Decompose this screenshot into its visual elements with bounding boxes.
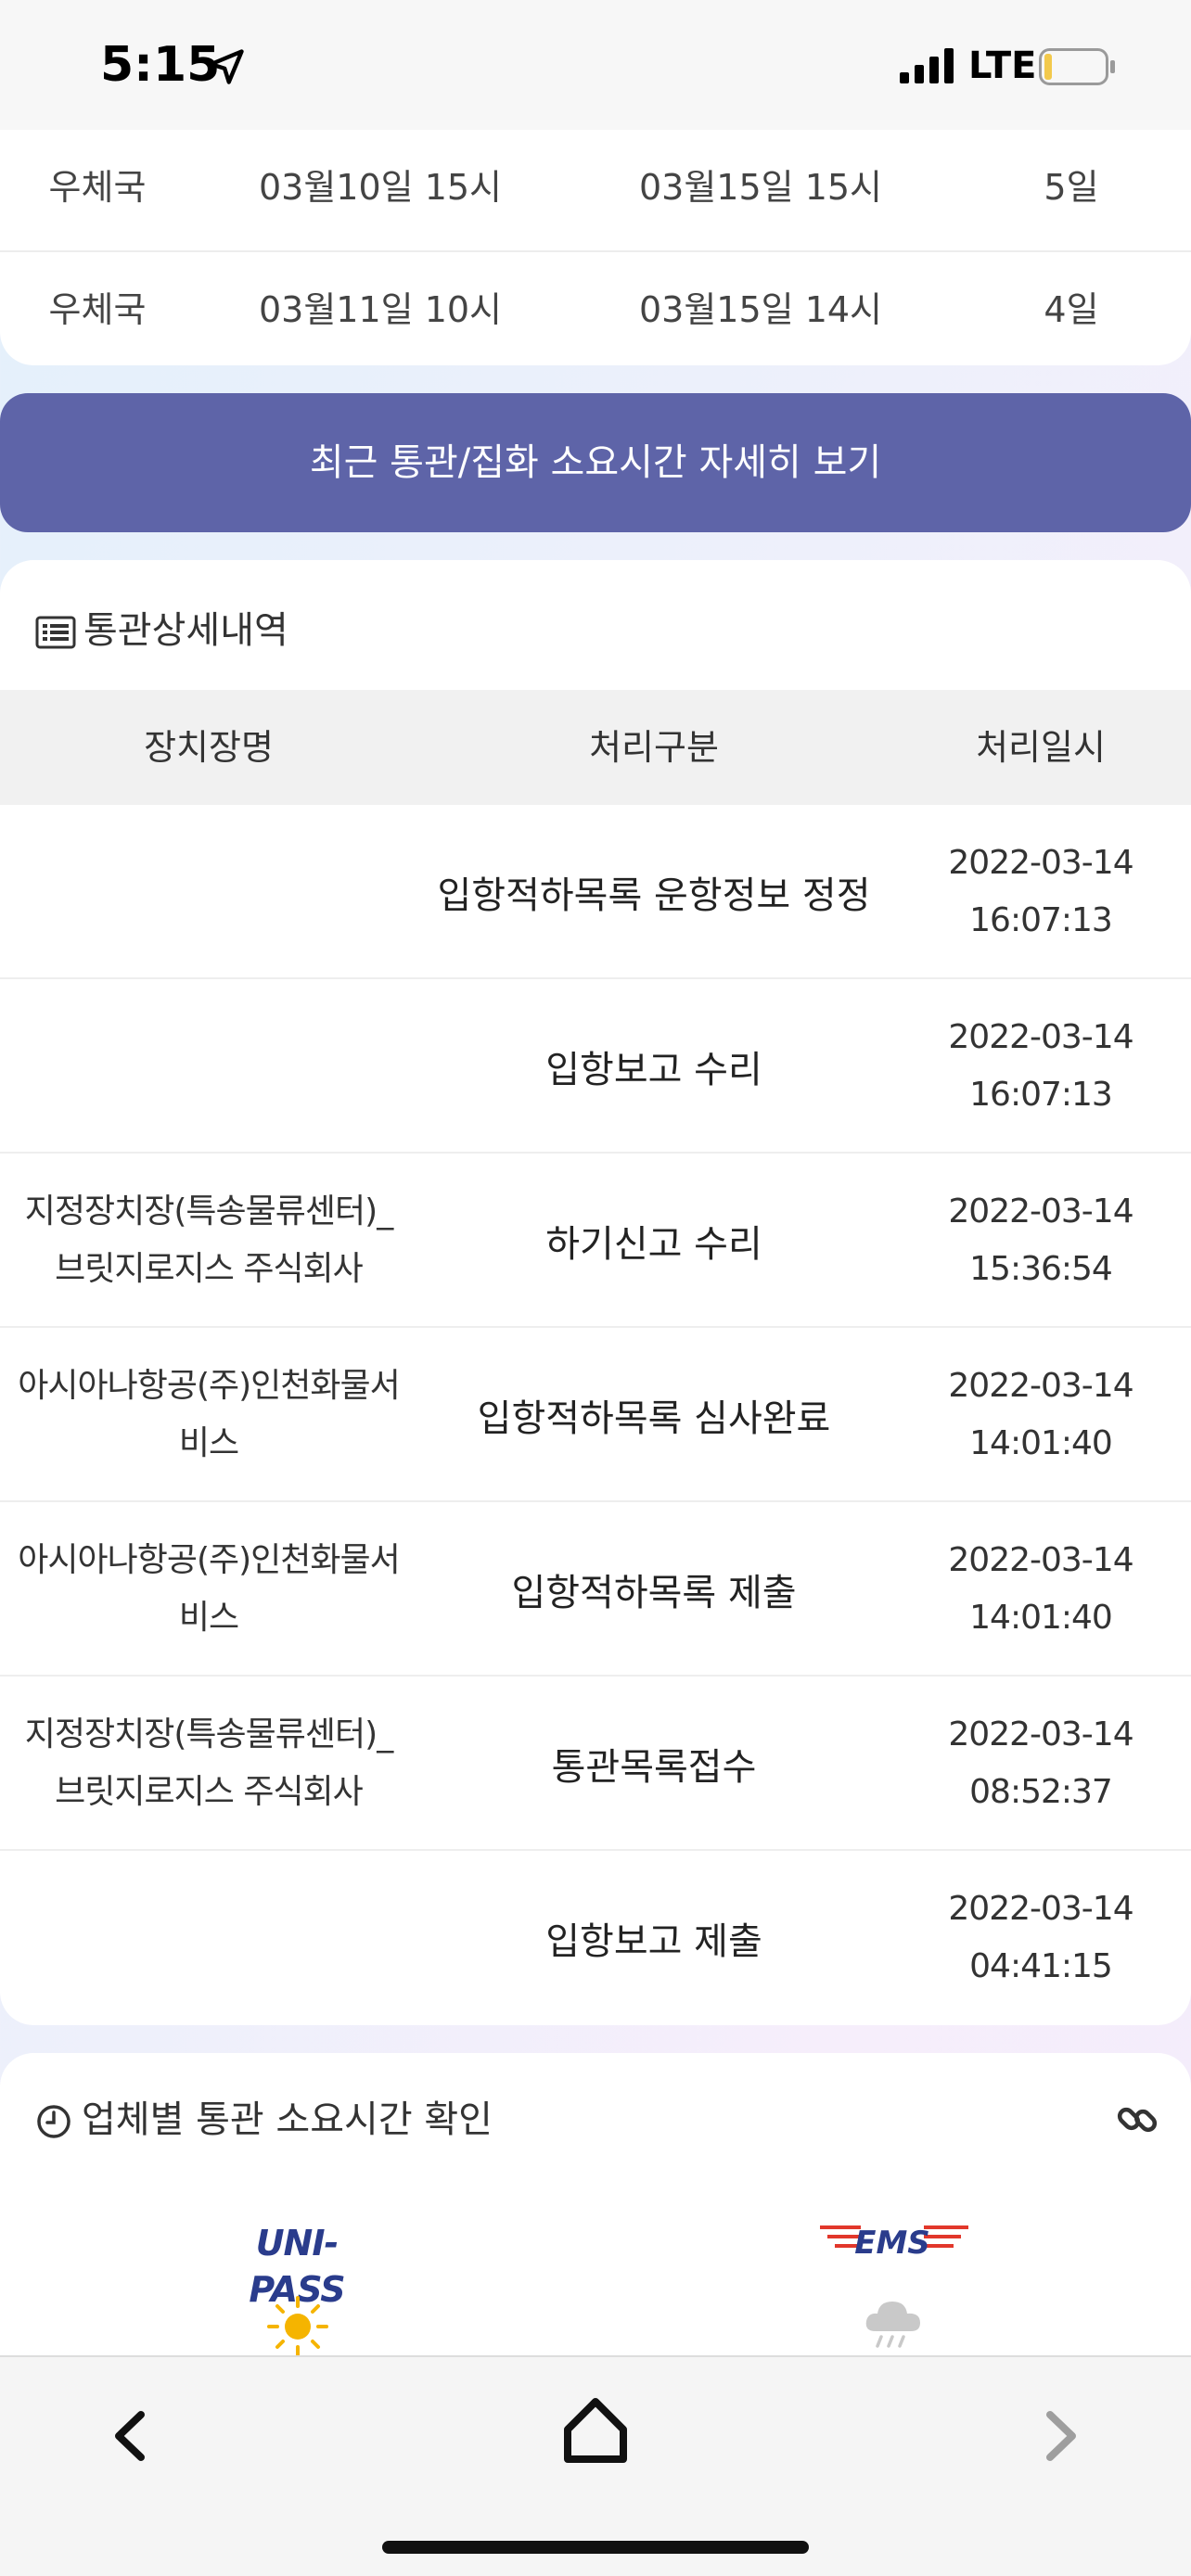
table-row: 입항보고 수리 2022-03-14 16:07:13 — [0, 979, 1191, 1154]
unipass-logo[interactable]: UNI-PASS — [223, 2220, 371, 2310]
location-cell — [0, 979, 417, 1154]
table-row: 아시아나항공(주)인천화물서 비스 입항적하목록 제출 2022-03-14 14:… — [0, 1502, 1191, 1677]
start-cell: 03월10일 15시 — [258, 167, 503, 208]
location-cell — [0, 805, 417, 979]
datetime-cell: 2022-03-14 16:07:13 — [948, 1018, 1133, 1114]
column-header-datetime: 처리일시 — [976, 727, 1106, 768]
location-cell: 아시아나항공(주)인천화물서 비스 — [18, 1541, 401, 1637]
status-time: 5:15 — [100, 37, 221, 93]
column-header-process: 처리구분 — [589, 727, 719, 768]
location-cell: 지정장치장(특송물류센터)_ 브릿지로지스 주식회사 — [24, 1715, 393, 1811]
sun-icon — [267, 2296, 328, 2357]
home-icon[interactable] — [560, 2392, 631, 2467]
datetime-cell: 2022-03-14 04:41:15 — [948, 1890, 1133, 1985]
datetime-cell: 2022-03-14 14:01:40 — [948, 1541, 1133, 1637]
location-cell: 아시아나항공(주)인천화물서 비스 — [18, 1367, 401, 1462]
link-icon[interactable] — [1115, 2098, 1159, 2142]
home-indicator[interactable] — [382, 2541, 809, 2554]
process-cell: 입항적하목록 심사완료 — [477, 1397, 831, 1440]
ems-logo-text: EMS — [854, 2225, 930, 2262]
bottom-toolbar — [0, 2355, 1191, 2576]
network-label: LTE — [968, 45, 1037, 87]
table-header: 장치장명 처리구분 처리일시 — [0, 690, 1191, 805]
status-bar: 5:15 LTE — [0, 0, 1191, 130]
section-title: 업체별 통관 소요시간 확인 — [82, 2098, 493, 2141]
column-header-location: 장치장명 — [144, 727, 274, 768]
table-row: 아시아나항공(주)인천화물서 비스 입항적하목록 심사완료 2022-03-14 1… — [0, 1328, 1191, 1502]
datetime-cell: 2022-03-14 08:52:37 — [948, 1715, 1133, 1811]
section-header: 통관상세내역 — [35, 603, 288, 658]
table-row: 입항적하목록 운항정보 정정 2022-03-14 16:07:13 — [0, 805, 1191, 979]
process-cell: 통관목록접수 — [551, 1746, 757, 1789]
process-cell: 입항보고 제출 — [545, 1920, 762, 1963]
process-cell: 입항적하목록 운항정보 정정 — [437, 874, 871, 917]
location-cell: 지정장치장(특송물류센터)_ 브릿지로지스 주식회사 — [24, 1192, 393, 1288]
start-cell: 03월11일 10시 — [258, 289, 503, 330]
transit-row: 우체국 03월10일 15시 03월15일 15시 5일 — [0, 130, 1191, 245]
ems-logo[interactable]: EMS — [820, 2218, 968, 2268]
table-row: 지정장치장(특송물류센터)_ 브릿지로지스 주식회사 하기신고 수리 2022-0… — [0, 1154, 1191, 1328]
process-cell: 하기신고 수리 — [545, 1223, 762, 1266]
location-cell — [0, 1851, 417, 2025]
process-cell: 입항보고 수리 — [545, 1049, 762, 1091]
view-transit-detail-button[interactable]: 최근 통관/집화 소요시간 자세히 보기 — [0, 393, 1191, 532]
clock-icon — [37, 2105, 70, 2138]
section-title: 통관상세내역 — [83, 609, 288, 652]
location-arrow-icon — [209, 49, 244, 84]
transit-row: 우체국 03월11일 10시 03월15일 14시 4일 — [0, 252, 1191, 367]
transit-time-card: 우체국 03월10일 15시 03월15일 15시 5일 우체국 03월11일 … — [0, 130, 1191, 365]
customs-detail-card: 통관상세내역 장치장명 처리구분 처리일시 입항적하목록 운항정보 정정 202… — [0, 560, 1191, 2025]
signal-bars-icon — [900, 48, 954, 83]
table-row: 입항보고 제출 2022-03-14 04:41:15 — [0, 1851, 1191, 2025]
datetime-cell: 2022-03-14 14:01:40 — [948, 1367, 1133, 1462]
process-cell: 입항적하목록 제출 — [511, 1572, 797, 1614]
battery-low-icon — [1039, 48, 1115, 85]
back-chevron-icon[interactable] — [102, 2404, 158, 2468]
duration-cell: 4일 — [1044, 289, 1099, 330]
rain-cloud-icon — [865, 2302, 920, 2348]
end-cell: 03월15일 14시 — [638, 289, 883, 330]
carrier-cell: 우체국 — [48, 167, 147, 208]
forward-chevron-icon[interactable] — [1033, 2404, 1089, 2468]
duration-cell: 5일 — [1044, 167, 1099, 208]
datetime-cell: 2022-03-14 16:07:13 — [948, 844, 1133, 939]
section-header: 업체별 통관 소요시간 확인 — [35, 2092, 493, 2148]
list-icon — [35, 616, 76, 649]
carrier-cell: 우체국 — [48, 289, 147, 330]
end-cell: 03월15일 15시 — [638, 167, 883, 208]
table-row: 지정장치장(특송물류센터)_ 브릿지로지스 주식회사 통관목록접수 2022-03… — [0, 1677, 1191, 1851]
datetime-cell: 2022-03-14 15:36:54 — [948, 1192, 1133, 1288]
